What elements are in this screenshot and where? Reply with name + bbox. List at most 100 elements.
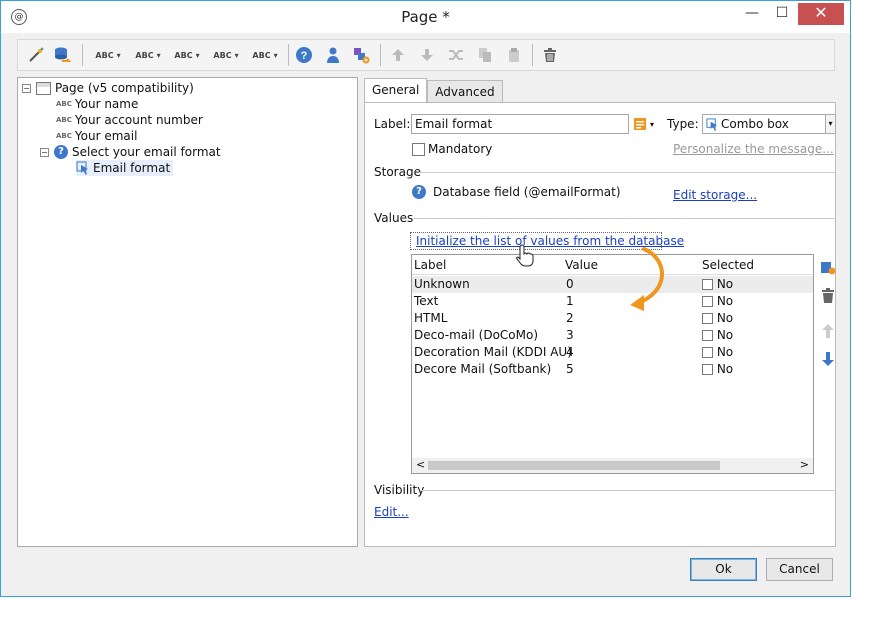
tree-item-label: Select your email format bbox=[72, 145, 221, 159]
page-tree: − Page (v5 compatibility) ABC Your name … bbox=[17, 77, 358, 547]
move-down-icon[interactable] bbox=[819, 351, 837, 369]
question-icon: ? bbox=[54, 145, 68, 159]
shuffle-icon[interactable] bbox=[446, 45, 466, 65]
table-row[interactable]: Decoration Mail (KDDI AU) 4 No bbox=[412, 344, 813, 361]
label-input[interactable]: Email format bbox=[411, 114, 629, 134]
checkbox-box[interactable] bbox=[702, 330, 713, 341]
label-caption: Label: bbox=[374, 117, 411, 131]
annotation-arrow-icon bbox=[630, 247, 664, 311]
abc-dropdown-5[interactable]: ABC ▾ bbox=[247, 45, 283, 65]
move-up-icon[interactable] bbox=[819, 323, 837, 341]
page-dialog-window: @ Page * — ☐ ✕ ABC ▾ ABC ▾ ABC ▾ ABC ▾ ABC ▾ … bbox=[0, 0, 851, 597]
text-field-icon: ABC bbox=[56, 116, 72, 124]
tree-item-email-format[interactable]: Email format bbox=[76, 160, 174, 176]
tree-item-page[interactable]: − Page (v5 compatibility) bbox=[22, 80, 194, 96]
mandatory-label: Mandatory bbox=[428, 142, 493, 156]
cell-value: 0 bbox=[566, 277, 574, 291]
selected-text: No bbox=[716, 311, 734, 325]
title-bar[interactable]: @ Page * — ☐ ✕ bbox=[1, 1, 850, 33]
horizontal-scrollbar[interactable]: < > bbox=[412, 458, 813, 473]
checkbox-box[interactable] bbox=[702, 347, 713, 358]
abc-dropdown-1[interactable]: ABC ▾ bbox=[90, 45, 126, 65]
delete-value-icon[interactable] bbox=[819, 288, 837, 306]
scroll-right-icon[interactable]: > bbox=[800, 458, 809, 471]
cell-label: Deco-mail (DoCoMo) bbox=[414, 328, 539, 342]
mandatory-checkbox[interactable]: Mandatory bbox=[412, 142, 492, 156]
visibility-heading: Visibility bbox=[374, 483, 425, 497]
checkbox-box[interactable] bbox=[702, 279, 713, 290]
cell-value: 5 bbox=[566, 362, 574, 376]
cancel-button[interactable]: Cancel bbox=[766, 558, 833, 581]
maximize-button[interactable]: ☐ bbox=[769, 3, 795, 25]
table-row[interactable]: Unknown 0 No bbox=[412, 276, 813, 293]
scroll-left-icon[interactable]: < bbox=[416, 458, 425, 471]
abc-dropdown-2[interactable]: ABC ▾ bbox=[130, 45, 166, 65]
selected-text: No bbox=[716, 328, 734, 342]
scrollbar-thumb[interactable] bbox=[428, 461, 720, 470]
cell-selected[interactable]: No bbox=[702, 277, 733, 291]
text-format-icon bbox=[634, 118, 646, 130]
edit-storage-link[interactable]: Edit storage... bbox=[673, 188, 757, 202]
question-icon: ? bbox=[412, 185, 426, 199]
type-select[interactable]: Combo box ▾ bbox=[702, 114, 836, 134]
checkbox-box[interactable] bbox=[702, 313, 713, 324]
page-icon bbox=[36, 81, 51, 95]
tree-item-your-name[interactable]: ABC Your name bbox=[56, 96, 138, 112]
minimize-button[interactable]: — bbox=[739, 3, 765, 25]
person-icon[interactable] bbox=[323, 45, 343, 65]
svg-text:?: ? bbox=[301, 50, 308, 62]
text-field-icon: ABC bbox=[56, 100, 72, 108]
help-icon[interactable]: ? bbox=[294, 45, 314, 65]
move-up-icon[interactable] bbox=[388, 45, 408, 65]
visibility-edit-link[interactable]: Edit... bbox=[374, 505, 409, 519]
cell-selected[interactable]: No bbox=[702, 328, 733, 342]
add-value-icon[interactable] bbox=[819, 259, 837, 277]
table-row[interactable]: Deco-mail (DoCoMo) 3 No bbox=[412, 327, 813, 344]
window-title: Page * bbox=[401, 8, 450, 26]
tree-item-account-number[interactable]: ABC Your account number bbox=[56, 112, 203, 128]
table-row[interactable]: Text 1 No bbox=[412, 293, 813, 310]
column-header-label[interactable]: Label bbox=[414, 258, 446, 272]
cell-selected[interactable]: No bbox=[702, 345, 733, 359]
abc-dropdown-4[interactable]: ABC ▾ bbox=[208, 45, 244, 65]
tab-advanced[interactable]: Advanced bbox=[427, 80, 503, 102]
magic-wand-icon[interactable] bbox=[26, 45, 46, 65]
selected-text: No bbox=[716, 294, 734, 308]
collapse-toggle[interactable]: − bbox=[40, 147, 49, 157]
personalize-message-link[interactable]: Personalize the message... bbox=[673, 142, 834, 156]
abc-dropdown-3[interactable]: ABC ▾ bbox=[169, 45, 205, 65]
label-options-button[interactable]: ▾ bbox=[633, 116, 659, 132]
checkbox-box[interactable] bbox=[702, 296, 713, 307]
cell-label: HTML bbox=[414, 311, 448, 325]
cell-selected[interactable]: No bbox=[702, 294, 733, 308]
storage-heading: Storage bbox=[374, 165, 421, 179]
cell-label: Decoration Mail (KDDI AU) bbox=[414, 345, 572, 359]
column-header-selected[interactable]: Selected bbox=[702, 258, 754, 272]
storage-field: ? Database field (@emailFormat) bbox=[412, 185, 621, 199]
tree-item-your-email[interactable]: ABC Your email bbox=[56, 128, 137, 144]
table-row[interactable]: Decore Mail (Softbank) 5 No bbox=[412, 361, 813, 378]
copy-icon[interactable] bbox=[475, 45, 495, 65]
type-select-value: Combo box bbox=[721, 117, 789, 131]
tree-item-label: Your account number bbox=[74, 113, 203, 127]
table-row[interactable]: HTML 2 No bbox=[412, 310, 813, 327]
close-button[interactable]: ✕ bbox=[798, 3, 844, 25]
column-header-value[interactable]: Value bbox=[565, 258, 598, 272]
checkbox-box[interactable] bbox=[702, 364, 713, 375]
ok-button[interactable]: Ok bbox=[690, 558, 757, 581]
tree-item-select-email-format[interactable]: − ? Select your email format bbox=[40, 144, 221, 160]
checkbox-box[interactable] bbox=[412, 142, 425, 156]
tab-general[interactable]: General bbox=[364, 78, 428, 102]
chevron-down-icon: ▾ bbox=[650, 119, 655, 129]
cell-selected[interactable]: No bbox=[702, 362, 733, 376]
delete-icon[interactable] bbox=[540, 45, 560, 65]
database-link-icon[interactable] bbox=[52, 45, 72, 65]
tab-bar: General Advanced bbox=[364, 78, 503, 102]
cell-label: Decore Mail (Softbank) bbox=[414, 362, 552, 376]
type-caption: Type: bbox=[667, 117, 699, 131]
collapse-toggle[interactable]: − bbox=[22, 83, 31, 93]
cell-selected[interactable]: No bbox=[702, 311, 733, 325]
paste-icon[interactable] bbox=[504, 45, 524, 65]
add-shapes-icon[interactable] bbox=[351, 45, 371, 65]
move-down-icon[interactable] bbox=[417, 45, 437, 65]
